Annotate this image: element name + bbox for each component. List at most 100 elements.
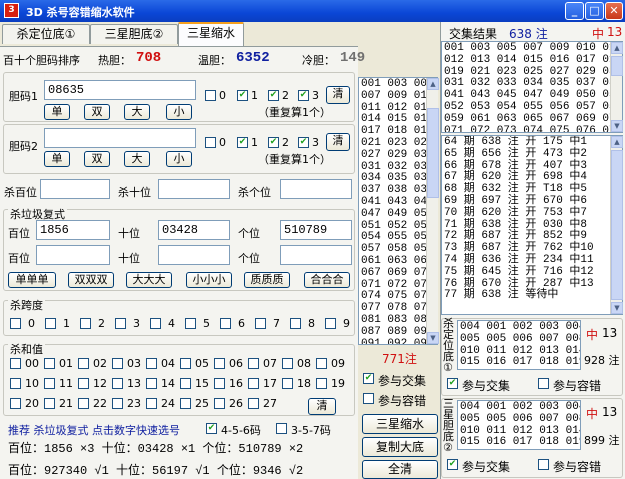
span-check-5[interactable] (185, 318, 196, 329)
result-list-scrollbar[interactable]: ▲ ▼ (610, 42, 623, 132)
dan2-even-button[interactable]: 双 (84, 151, 110, 167)
composite-button[interactable]: 合合合 (304, 272, 350, 288)
sum-check-11[interactable] (44, 378, 55, 389)
junk-bai2-input[interactable] (36, 245, 110, 265)
result-list[interactable]: 001 003 005 007 009 010 011 012 013 014 … (441, 41, 623, 133)
span-check-1[interactable] (45, 318, 56, 329)
dan1-check-3[interactable]: ✔ (298, 90, 309, 101)
mid-fault-check[interactable] (363, 393, 374, 404)
span-check-9[interactable] (325, 318, 336, 329)
dan1-small-button[interactable]: 小 (166, 104, 192, 120)
span-check-7[interactable] (255, 318, 266, 329)
minimize-button[interactable]: _ (565, 2, 584, 20)
sub1-list[interactable]: 004 001 002 003 004 005 005 006 007 008 … (457, 320, 581, 370)
sum-check-08[interactable] (282, 358, 293, 369)
sum-check-21[interactable] (44, 398, 55, 409)
dan2-big-button[interactable]: 大 (124, 151, 150, 167)
sum-check-27[interactable] (248, 398, 259, 409)
sum-check-24[interactable] (146, 398, 157, 409)
sub1-join-check[interactable]: ✔ (447, 378, 458, 389)
sum-check-17[interactable] (248, 378, 259, 389)
sum-check-03[interactable] (112, 358, 123, 369)
sum-check-13[interactable] (112, 378, 123, 389)
sub2-fault-check[interactable] (538, 459, 549, 470)
maximize-button[interactable]: □ (585, 2, 604, 20)
dan2-input[interactable] (44, 128, 196, 148)
kill-shi-input[interactable] (158, 179, 230, 199)
sum-clear-button[interactable]: 清 (308, 398, 336, 415)
dan2-check-2[interactable]: ✔ (268, 137, 279, 148)
junk-shi2-input[interactable] (158, 245, 230, 265)
sum-check-04[interactable] (146, 358, 157, 369)
junk-shi-input[interactable]: 03428 (158, 220, 230, 240)
sub1-fault-check[interactable] (538, 378, 549, 389)
junk-ge2-input[interactable] (280, 245, 352, 265)
prime-prime-prime-button[interactable]: 质质质 (244, 272, 290, 288)
sum-check-20[interactable] (10, 398, 21, 409)
dan1-input[interactable]: 08635 (44, 80, 196, 100)
sum-check-26[interactable] (214, 398, 225, 409)
sum-check-22[interactable] (78, 398, 89, 409)
odd-odd-odd-button[interactable]: 单单单 (8, 272, 56, 288)
copy-base-button[interactable]: 复制大底 (362, 437, 438, 457)
dan1-check-2[interactable]: ✔ (268, 90, 279, 101)
mid-join-check[interactable]: ✔ (363, 373, 374, 384)
sum-check-09[interactable] (316, 358, 327, 369)
sum-check-05[interactable] (180, 358, 191, 369)
three-star-shrink-button[interactable]: 三星缩水 (362, 414, 438, 434)
span-check-2[interactable] (80, 318, 91, 329)
dan1-even-button[interactable]: 双 (84, 104, 110, 120)
dan1-check-0[interactable] (205, 90, 216, 101)
sum-check-16[interactable] (214, 378, 225, 389)
dan2-check-3[interactable]: ✔ (298, 137, 309, 148)
sum-check-18[interactable] (282, 378, 293, 389)
sum-check-02[interactable] (78, 358, 89, 369)
small-small-small-button[interactable]: 小小小 (186, 272, 232, 288)
tab-three-star-shrink[interactable]: 三星缩水 (178, 22, 244, 46)
span-check-6[interactable] (220, 318, 231, 329)
sum-check-10[interactable] (10, 378, 21, 389)
sum-check-07[interactable] (248, 358, 259, 369)
recommend-456-check[interactable]: ✔ (206, 423, 217, 434)
kill-ge-input[interactable] (280, 179, 352, 199)
dan1-odd-button[interactable]: 单 (44, 104, 70, 120)
dan2-clear-button[interactable]: 清 (326, 133, 350, 151)
recommend-357-check[interactable] (276, 423, 287, 434)
kill-bai-input[interactable] (40, 179, 110, 199)
sum-check-14[interactable] (146, 378, 157, 389)
history-list-scrollbar[interactable]: ▲ ▼ (610, 136, 623, 314)
close-button[interactable]: ✕ (605, 2, 623, 20)
sum-check-06[interactable] (214, 358, 225, 369)
junk-ge-input[interactable]: 510789 (280, 220, 352, 240)
dan1-clear-button[interactable]: 清 (326, 86, 350, 104)
even-even-even-button[interactable]: 双双双 (68, 272, 114, 288)
span-check-8[interactable] (290, 318, 301, 329)
recommend-357-label: 3-5-7码 (291, 424, 331, 437)
sum-check-00[interactable] (10, 358, 21, 369)
dan2-odd-button[interactable]: 单 (44, 151, 70, 167)
sum-check-23[interactable] (112, 398, 123, 409)
sum-check-19[interactable] (316, 378, 327, 389)
span-check-3[interactable] (115, 318, 126, 329)
sub2-list[interactable]: 004 001 002 003 004 005 005 006 007 008 … (457, 400, 581, 450)
span-label-5: 5 (203, 317, 210, 330)
number-list-scrollbar[interactable]: ▲ ▼ (426, 78, 439, 344)
sum-check-01[interactable] (44, 358, 55, 369)
tab-three-star-dan[interactable]: 三星胆底② (90, 24, 178, 44)
big-big-big-button[interactable]: 大大大 (126, 272, 172, 288)
dan2-check-0[interactable] (205, 137, 216, 148)
sum-check-15[interactable] (180, 378, 191, 389)
span-check-4[interactable] (150, 318, 161, 329)
junk-bai-input[interactable]: 1856 (36, 220, 110, 240)
history-list[interactable]: 64 期 638 注 开 175 中1 65 期 656 注 开 473 中2 … (441, 135, 623, 315)
sum-check-12[interactable] (78, 378, 89, 389)
dan1-big-button[interactable]: 大 (124, 104, 150, 120)
span-check-0[interactable] (10, 318, 21, 329)
dan2-check-1[interactable]: ✔ (237, 137, 248, 148)
dan1-check-1[interactable]: ✔ (237, 90, 248, 101)
dan2-small-button[interactable]: 小 (166, 151, 192, 167)
tab-kill-position[interactable]: 杀定位底① (2, 24, 90, 44)
clear-all-button[interactable]: 全清 (362, 460, 438, 479)
sub2-join-check[interactable]: ✔ (447, 459, 458, 470)
sum-check-25[interactable] (180, 398, 191, 409)
